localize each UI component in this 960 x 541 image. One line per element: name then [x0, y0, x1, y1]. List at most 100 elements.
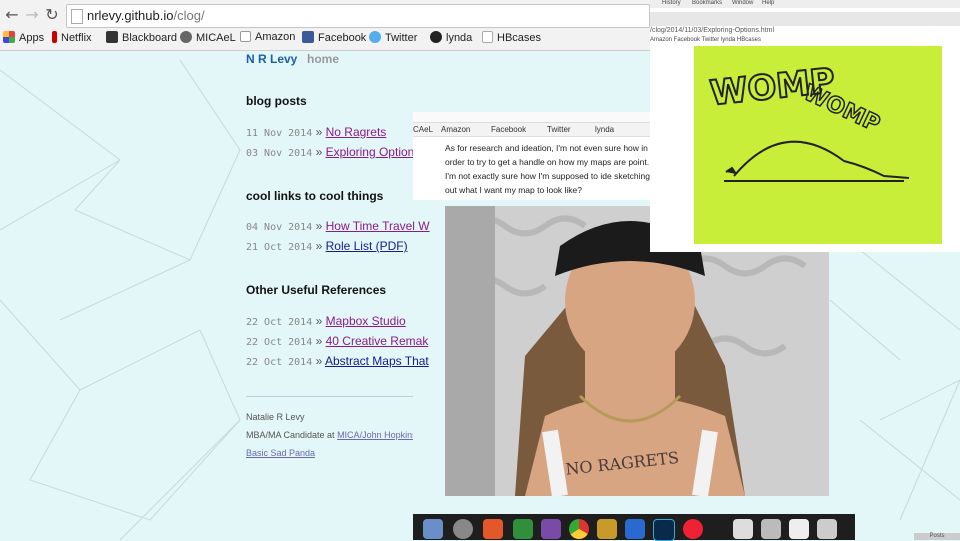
role-text: MBA/MA Candidate at [246, 430, 335, 440]
overlay-menu-item: History [662, 0, 681, 6]
blackboard-icon [106, 31, 118, 43]
overlay-menu-item: Window [732, 0, 754, 6]
sublime-icon[interactable] [597, 519, 617, 539]
bookmark-label: Twitter [385, 32, 418, 44]
post-link[interactable]: Role List (PDF) [326, 239, 408, 253]
home-link[interactable]: home [307, 52, 339, 66]
separator: » [315, 239, 323, 253]
footer-role: MBA/MA Candidate at MICA/John Hopkins [246, 430, 413, 440]
document-icon[interactable] [817, 519, 837, 539]
address-bar[interactable]: nrlevy.github.io/clog/ [66, 4, 650, 28]
list-item: 22 Oct 2014 » Abstract Maps That [246, 354, 429, 368]
overlay-menu-item: Bookmarks [692, 0, 723, 6]
address-text[interactable]: nrlevy.github.io/clog/ [87, 8, 205, 23]
school-link[interactable]: MICA/John Hopkins [337, 430, 413, 440]
references-heading: Other Useful References [246, 283, 387, 297]
bookmark-label: Facebook [318, 32, 367, 44]
bookmark-twitter[interactable]: Twitter [369, 31, 417, 44]
forward-arrow-icon[interactable]: → [22, 5, 42, 25]
overlay-bookmark: Facebook [491, 125, 527, 134]
lynda-icon [430, 31, 442, 43]
rocket-icon[interactable] [453, 519, 473, 539]
posts-tab[interactable]: Posts [914, 533, 960, 540]
bookmark-label: HBcases [497, 32, 542, 44]
bookmark-hbcases[interactable]: HBcases [482, 31, 541, 44]
overlay-bookmark: Amazon [441, 125, 471, 134]
back-arrow-icon[interactable]: ← [2, 5, 22, 25]
bookmark-label: Netflix [61, 32, 92, 44]
overlay-url: /clog/2014/11/03/Exploring-Options.html [650, 27, 774, 34]
list-item: 21 Oct 2014 » Role List (PDF) [246, 239, 408, 253]
bookmark-amazon[interactable]: Amazon [240, 31, 295, 43]
overlay-tabs-strip [650, 12, 960, 26]
bookmark-apps[interactable]: Apps [3, 31, 44, 44]
bookmark-label: Blackboard [122, 32, 178, 44]
bookmark-lynda[interactable]: lynda [430, 31, 472, 44]
overlay-bookmark: lynda [595, 125, 615, 134]
sad-panda-link[interactable]: Basic Sad Panda [246, 448, 315, 458]
post-date: 04 Nov 2014 [246, 222, 313, 233]
footer-name: Natalie R Levy [246, 412, 305, 422]
bookmark-blackboard[interactable]: Blackboard [106, 31, 177, 44]
chrome-icon[interactable] [569, 519, 589, 539]
footer-divider [246, 396, 413, 397]
overlay-bookmark: Twitter [547, 125, 571, 134]
post-date: 21 Oct 2014 [246, 242, 313, 253]
netflix-icon [52, 31, 57, 43]
folder-page-icon [482, 31, 493, 43]
post-link[interactable]: Mapbox Studio [326, 314, 406, 328]
post-link[interactable]: 40 Creative Remak [326, 334, 429, 348]
page-icon [71, 9, 83, 24]
amazon-icon [240, 31, 251, 42]
finder-icon[interactable] [423, 519, 443, 539]
list-item: 04 Nov 2014 » How Time Travel W [246, 219, 430, 233]
excel-icon[interactable] [513, 519, 533, 539]
separator: » [315, 314, 323, 328]
womp-text-small: WOMP [800, 80, 884, 137]
cool-links-heading: cool links to cool things [246, 189, 384, 203]
twitter-icon [369, 31, 381, 43]
separator: » [315, 125, 323, 139]
bookmark-label: MICAeL [196, 32, 236, 44]
post-paragraph: As for research and ideation, I'm not ev… [445, 143, 650, 195]
bookmark-micael[interactable]: MICAeL [180, 31, 236, 44]
apps-grid-icon [3, 31, 15, 43]
overlay-url-strip [413, 112, 650, 123]
list-item: 11 Nov 2014 » No Ragrets [246, 125, 386, 139]
post-date: 22 Oct 2014 [246, 357, 313, 368]
preview-icon[interactable] [761, 519, 781, 539]
bookmark-label: Apps [19, 32, 45, 44]
site-title[interactable]: N R Levy [246, 52, 297, 66]
itunes-icon[interactable] [683, 519, 703, 539]
document-icon[interactable] [789, 519, 809, 539]
powerpoint-icon[interactable] [483, 519, 503, 539]
post-link[interactable]: How Time Travel W [326, 219, 430, 233]
womp-womp-drawing: WOMP WOMP [694, 46, 942, 244]
list-item: 22 Oct 2014 » Mapbox Studio [246, 314, 406, 328]
bookmark-facebook[interactable]: Facebook [302, 31, 366, 44]
bookmark-label: Amazon [255, 31, 296, 43]
post-date: 22 Oct 2014 [246, 317, 313, 328]
photoshop-icon[interactable] [653, 519, 675, 541]
post-link[interactable]: Exploring Options [326, 145, 421, 159]
document-icon[interactable] [733, 519, 753, 539]
post-link[interactable]: Abstract Maps That [325, 354, 429, 368]
separator: » [315, 354, 323, 368]
bookmark-netflix[interactable]: Netflix [52, 31, 92, 44]
overlay-menu-item: Help [762, 0, 775, 6]
post-link[interactable]: No Ragrets [326, 125, 387, 139]
overlay-bookmarks: Amazon Facebook Twitter lynda HBcases [650, 37, 761, 43]
separator: » [315, 145, 323, 159]
post-date: 03 Nov 2014 [246, 148, 313, 159]
word-icon[interactable] [625, 519, 645, 539]
separator: » [315, 334, 323, 348]
blog-posts-heading: blog posts [246, 94, 307, 108]
post-date: 22 Oct 2014 [246, 337, 313, 348]
reload-icon[interactable]: ↻ [42, 5, 62, 25]
bookmark-label: lynda [446, 32, 473, 44]
drawing-illustration: WOMP WOMP [707, 60, 910, 182]
separator: » [315, 219, 323, 233]
macos-dock [413, 514, 855, 541]
github-icon[interactable] [541, 519, 561, 539]
list-item: 03 Nov 2014 » Exploring Options [246, 145, 420, 159]
